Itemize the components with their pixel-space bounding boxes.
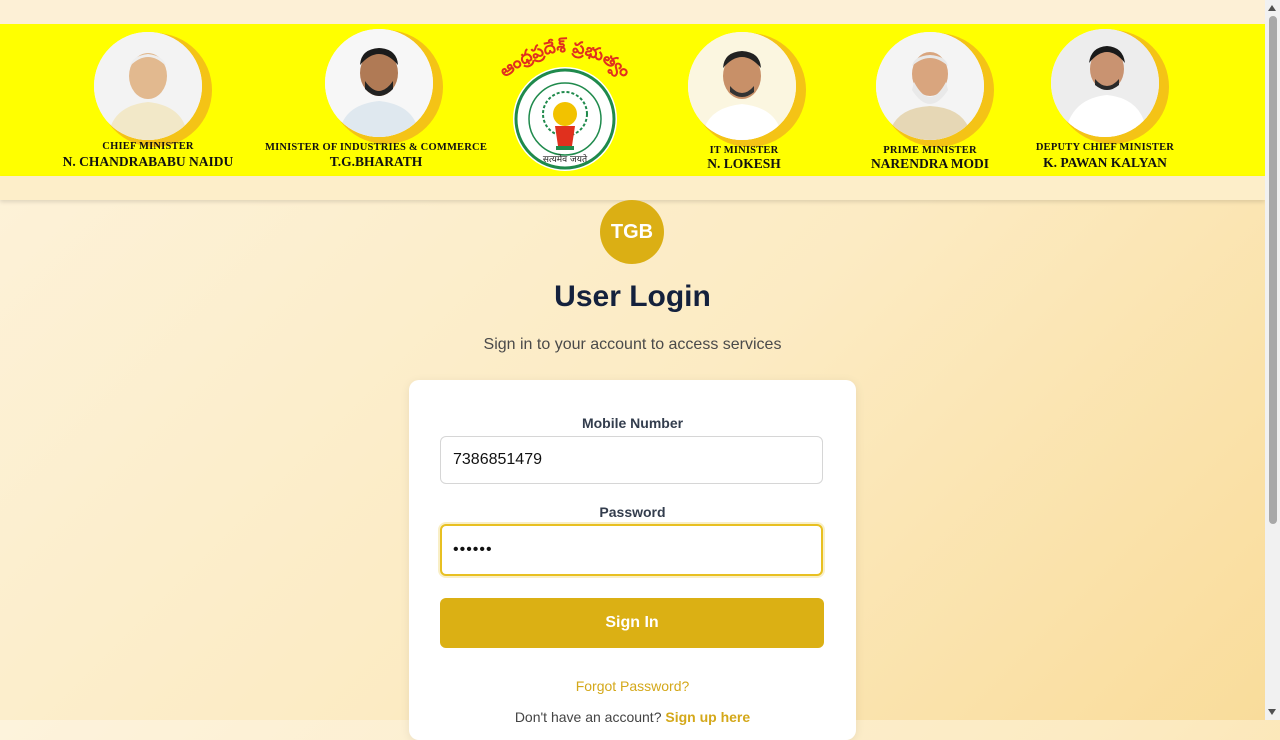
leader-photo-deputy-chief-minister: [1051, 29, 1159, 137]
leader-role: CHIEF MINISTER: [102, 141, 194, 152]
leader-role: MINISTER OF INDUSTRIES & COMMERCE: [264, 142, 488, 153]
ap-government-emblem: ఆంధ్రప్రదేశ్ ప్రభుత్వం सत्यमेव जयते: [500, 37, 630, 171]
leader-name: NARENDRA MODI: [870, 156, 990, 171]
leader-photo-prime-minister: [876, 32, 984, 140]
leader-role: PRIME MINISTER: [883, 145, 977, 156]
page-subtitle: Sign in to your account to access servic…: [483, 336, 782, 353]
page-title: User Login: [554, 280, 711, 313]
leader-role: IT MINISTER: [709, 145, 779, 156]
mobile-number-input[interactable]: 7386851479: [440, 436, 823, 484]
password-input[interactable]: ••••••: [440, 524, 823, 576]
page-scrollbar[interactable]: [1265, 0, 1280, 720]
leader-name: K. PAWAN KALYAN: [1043, 155, 1167, 170]
forgot-password-link[interactable]: Forgot Password?: [409, 678, 856, 694]
leader-name: N. LOKESH: [707, 156, 781, 171]
signup-row: Don't have an account? Sign up here: [409, 709, 856, 725]
login-card: Mobile Number 7386851479 Password ••••••…: [409, 380, 856, 740]
sign-in-button[interactable]: Sign In: [440, 598, 824, 648]
leader-photo-industries-minister: [325, 29, 433, 137]
leader-photo-it-minister: [688, 32, 796, 140]
scrollbar-thumb[interactable]: [1269, 16, 1277, 524]
tgb-logo: TGB: [600, 200, 664, 264]
signup-prompt: Don't have an account?: [514, 709, 662, 725]
leader-name: N. CHANDRABABU NAIDU: [62, 154, 234, 169]
mobile-number-label: Mobile Number: [581, 415, 684, 431]
svg-text:सत्यमेव जयते: सत्यमेव जयते: [543, 153, 588, 165]
password-label: Password: [599, 504, 666, 520]
leaders-banner: CHIEF MINISTER N. CHANDRABABU NAIDU MINI…: [0, 24, 1265, 176]
scroll-up-arrow-icon[interactable]: [1268, 5, 1276, 11]
top-strip: [0, 0, 1265, 24]
scroll-down-arrow-icon[interactable]: [1268, 709, 1276, 715]
banner-bottom-strip: [0, 176, 1265, 200]
leader-role: DEPUTY CHIEF MINISTER: [1035, 142, 1175, 153]
signup-link[interactable]: Sign up here: [665, 709, 750, 725]
leader-photo-chief-minister: [94, 32, 202, 140]
leader-name: T.G.BHARATH: [329, 154, 423, 169]
